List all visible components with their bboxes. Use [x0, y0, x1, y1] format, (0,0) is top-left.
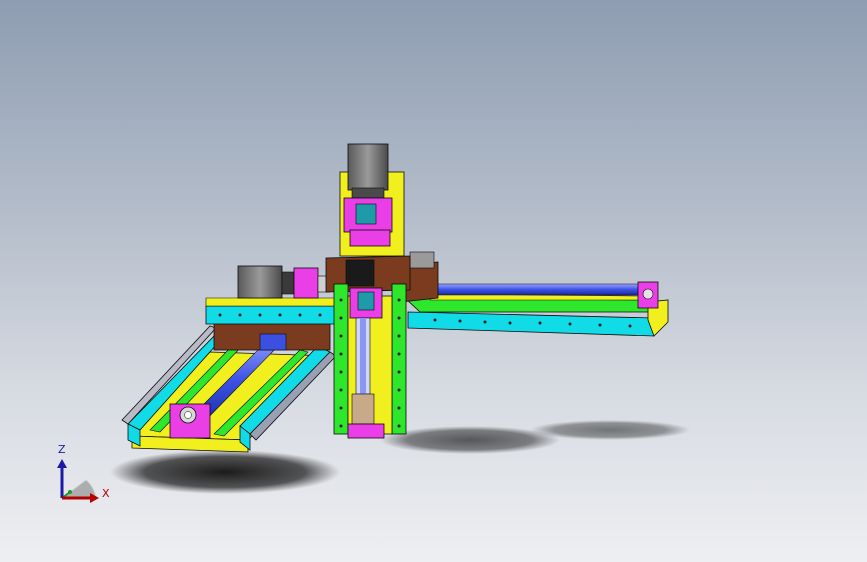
graphics-viewport[interactable]: Z X: [0, 0, 867, 562]
z-axis-stepper-motor[interactable]: [347, 143, 389, 199]
gantry-model[interactable]: [0, 0, 867, 562]
x-axis-beam[interactable]: [399, 251, 669, 337]
triad-z-label: Z: [58, 443, 66, 456]
z-axis-arrow: [57, 459, 67, 498]
z-axis-column[interactable]: [325, 143, 411, 439]
y-axis-bed[interactable]: [121, 297, 341, 453]
y-end-bearing-block[interactable]: [169, 403, 211, 439]
triad-x-label: X: [102, 487, 110, 500]
y-axis-stepper-motor[interactable]: [237, 265, 331, 299]
